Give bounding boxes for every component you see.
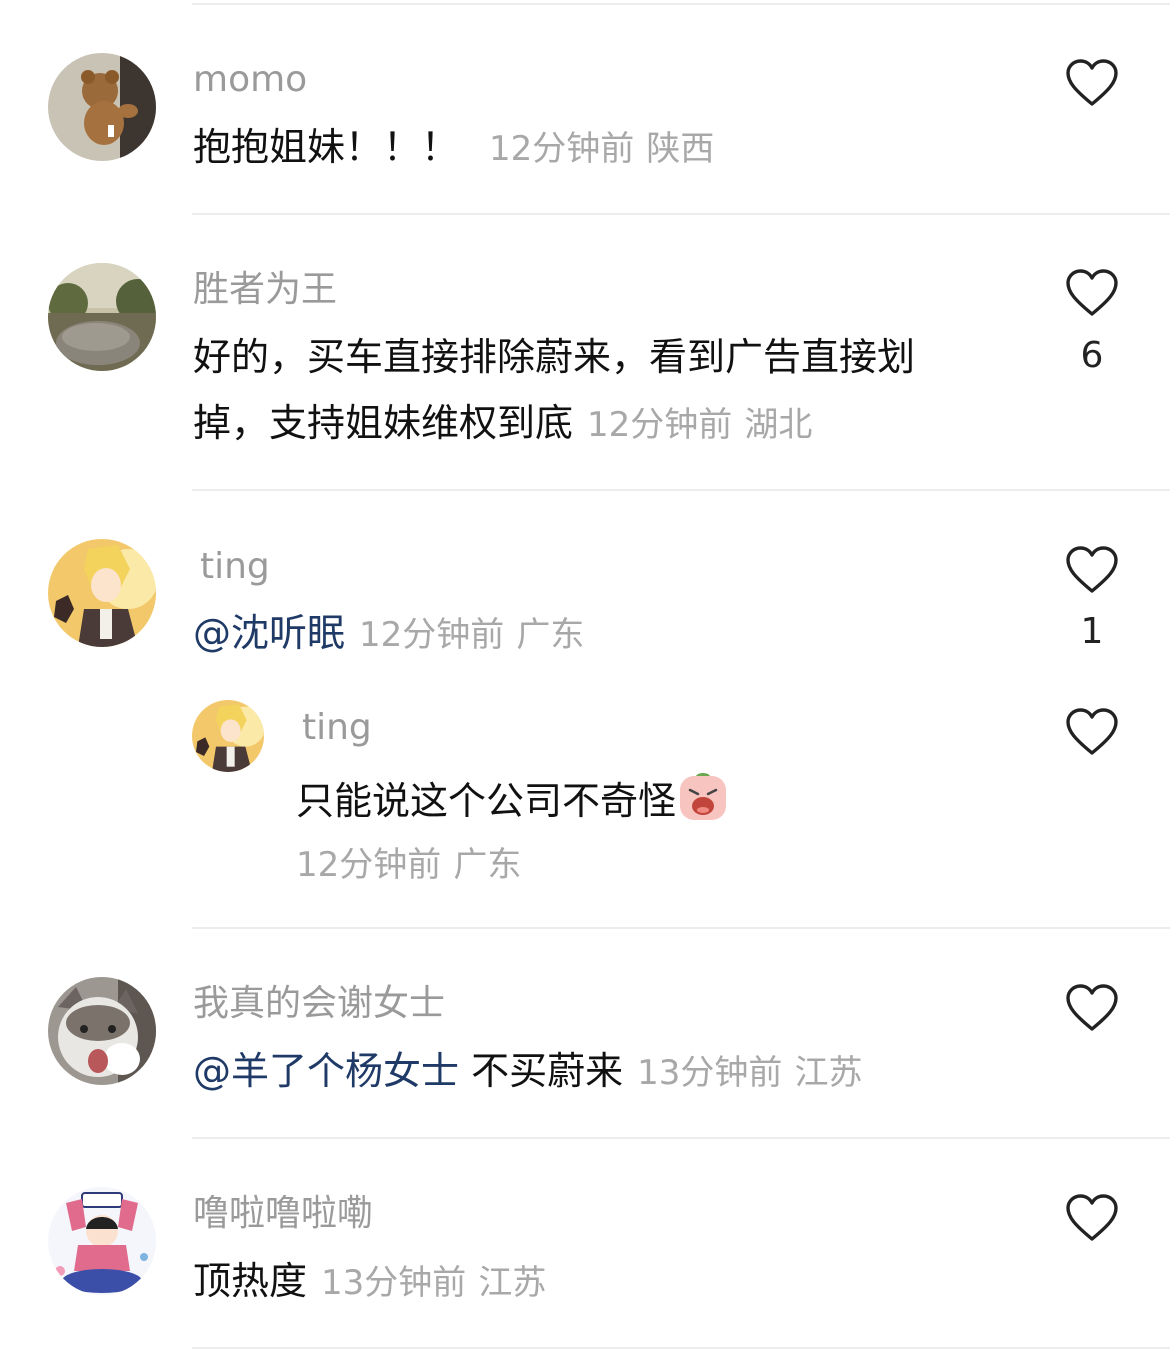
avatar[interactable] (48, 1187, 156, 1295)
like-button[interactable] (1065, 268, 1119, 318)
like-button[interactable] (1065, 707, 1119, 757)
avatar[interactable] (48, 977, 156, 1085)
username[interactable]: ting (200, 545, 270, 589)
location: 广东 (453, 845, 522, 885)
username[interactable]: ting (302, 706, 372, 750)
heart-icon (1066, 1194, 1118, 1241)
timestamp: 12分钟前 (359, 615, 505, 655)
crying-emoji-icon (678, 772, 728, 822)
comment-text: @沈听眠 12分钟前 广东 (193, 610, 584, 658)
location: 湖北 (744, 405, 813, 445)
heart-icon (1066, 269, 1118, 316)
divider (192, 927, 1170, 929)
comment-text-line1: 好的，买车直接排除蔚来，看到广告直接划 (193, 335, 916, 379)
location: 广东 (516, 615, 585, 655)
comment-body: 掉，支持姐妹维权到底 (193, 401, 574, 445)
like-button[interactable] (1065, 1193, 1119, 1243)
username[interactable]: momo (193, 58, 307, 102)
divider (192, 1347, 1170, 1349)
like-count: 6 (1080, 335, 1104, 376)
like-count: 1 (1080, 611, 1104, 652)
username[interactable]: 噜啦噜啦嘞 (193, 1192, 373, 1236)
comment-body: 抱抱姐妹！！！ (193, 125, 460, 169)
reply-meta: 12分钟前 广东 (296, 840, 521, 888)
timestamp: 13分钟前 (637, 1053, 783, 1093)
location: 江苏 (478, 1263, 547, 1303)
username[interactable]: 胜者为王 (193, 268, 337, 312)
mention-link[interactable]: @羊了个杨女士 (193, 1049, 459, 1093)
location: 陕西 (646, 129, 715, 169)
heart-icon (1066, 59, 1118, 106)
comment-text: 抱抱姐妹！！！ 12分钟前 陕西 (193, 124, 714, 172)
timestamp: 12分钟前 (489, 129, 635, 169)
comment-body: 不买蔚来 (459, 1049, 624, 1093)
comment-text: 顶热度 13分钟前 江苏 (193, 1258, 546, 1306)
divider (192, 1137, 1170, 1139)
timestamp: 13分钟前 (321, 1263, 467, 1303)
divider (192, 489, 1170, 491)
heart-icon (1066, 546, 1118, 593)
mention-link[interactable]: @沈听眠 (193, 611, 345, 655)
reply-body: 只能说这个公司不奇怪 (296, 779, 677, 823)
divider (192, 3, 1170, 5)
avatar[interactable] (48, 539, 156, 647)
like-button[interactable] (1065, 545, 1119, 595)
comment-body: 顶热度 (193, 1259, 308, 1303)
like-button[interactable] (1065, 58, 1119, 108)
like-button[interactable] (1065, 983, 1119, 1033)
heart-icon (1066, 708, 1118, 755)
avatar[interactable] (48, 53, 156, 161)
heart-icon (1066, 984, 1118, 1031)
avatar[interactable] (192, 700, 264, 772)
comment-text-line2: 掉，支持姐妹维权到底 12分钟前 湖北 (193, 400, 812, 448)
timestamp: 12分钟前 (587, 405, 733, 445)
avatar[interactable] (48, 263, 156, 371)
location: 江苏 (794, 1053, 863, 1093)
username[interactable]: 我真的会谢女士 (193, 982, 445, 1026)
timestamp: 12分钟前 (296, 845, 442, 885)
reply-text: 只能说这个公司不奇怪 (296, 772, 728, 824)
comment-text: @羊了个杨女士 不买蔚来 13分钟前 江苏 (193, 1048, 862, 1096)
divider (192, 213, 1170, 215)
